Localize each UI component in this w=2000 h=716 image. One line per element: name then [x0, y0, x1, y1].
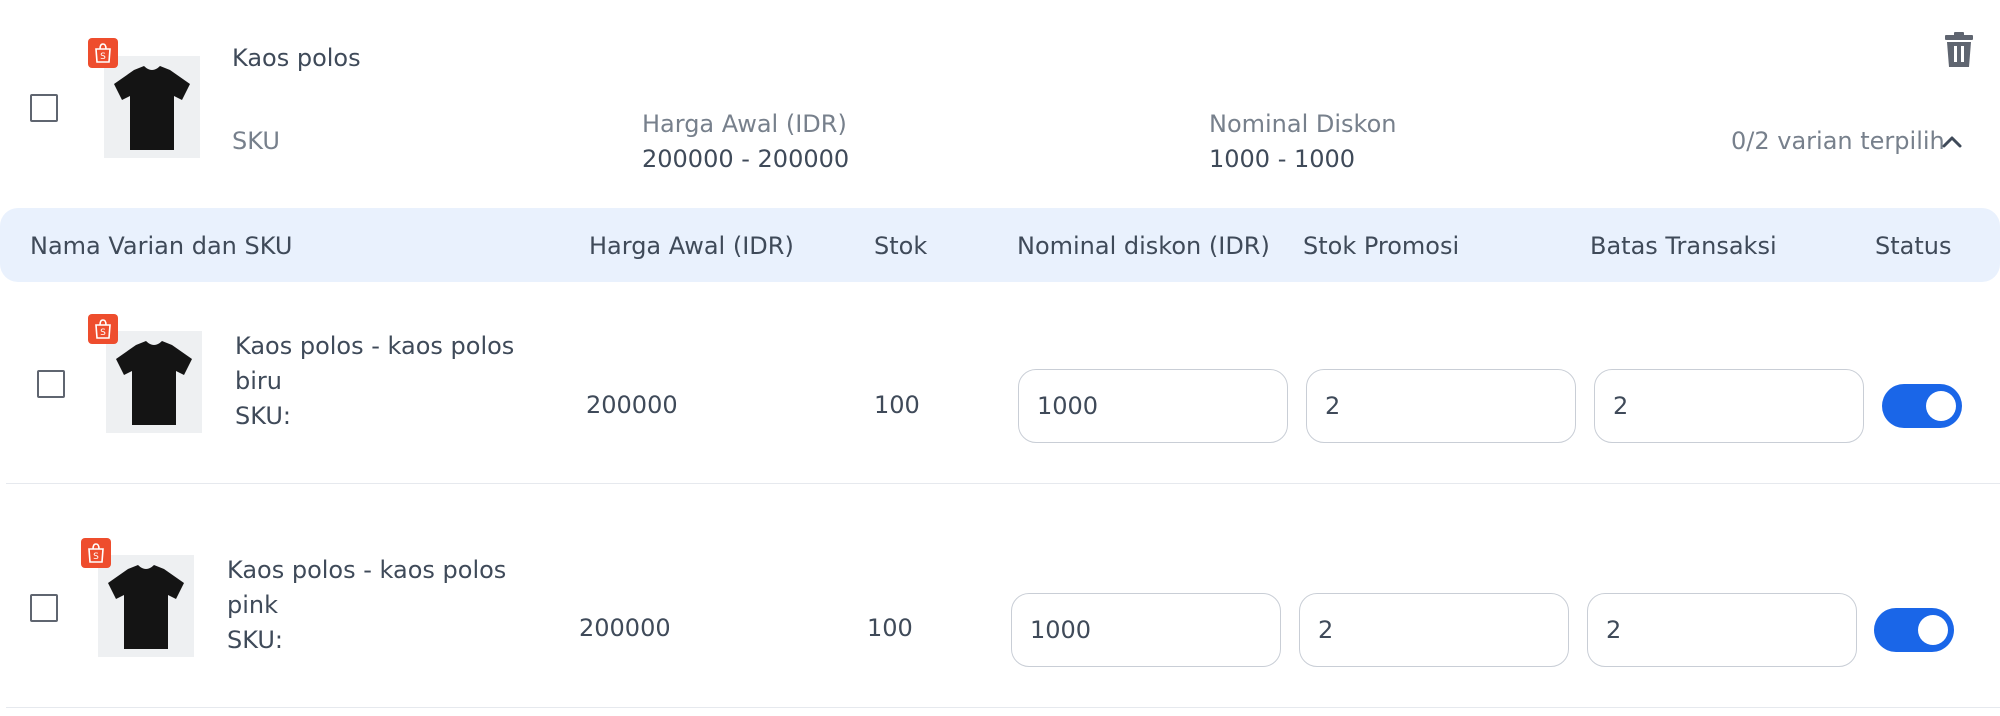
- price-range-label: Harga Awal (IDR): [642, 110, 847, 138]
- header-discount: Nominal diskon (IDR): [1017, 232, 1270, 260]
- tshirt-image: [106, 331, 202, 433]
- product-name: Kaos polos: [232, 44, 361, 72]
- variant-price: 200000: [586, 391, 678, 419]
- variant-name: Kaos polos - kaos polos: [235, 332, 515, 360]
- variant-price: 200000: [579, 614, 671, 642]
- variant-checkbox[interactable]: [30, 594, 58, 622]
- shopee-bag-icon: S: [88, 314, 118, 344]
- transaction-limit-input[interactable]: [1587, 593, 1857, 667]
- header-price: Harga Awal (IDR): [589, 232, 794, 260]
- variant-stock: 100: [867, 614, 913, 642]
- variant-sku: SKU:: [227, 626, 283, 654]
- variant-stock: 100: [874, 391, 920, 419]
- variant-name-cont: biru: [235, 367, 282, 395]
- toggle-knob: [1918, 615, 1948, 645]
- variant-name: Kaos polos - kaos polos: [227, 556, 507, 584]
- shopee-bag-icon: S: [88, 38, 118, 68]
- tshirt-image: [98, 555, 194, 657]
- header-promo-stock: Stok Promosi: [1303, 232, 1460, 260]
- transaction-limit-input[interactable]: [1594, 369, 1864, 443]
- product-image: [104, 56, 200, 158]
- toggle-knob: [1926, 391, 1956, 421]
- header-stock: Stok: [874, 232, 928, 260]
- price-range-value: 200000 - 200000: [642, 145, 850, 173]
- shopee-bag-icon: S: [81, 538, 111, 568]
- discount-range-label: Nominal Diskon: [1209, 110, 1397, 138]
- discount-range-value: 1000 - 1000: [1209, 145, 1356, 173]
- variant-checkbox[interactable]: [37, 370, 65, 398]
- chevron-up-icon[interactable]: [1941, 131, 1963, 153]
- row-divider: [6, 483, 2000, 484]
- variant-sku: SKU:: [235, 402, 291, 430]
- row-divider: [6, 707, 2000, 708]
- svg-text:S: S: [100, 328, 106, 338]
- trash-icon[interactable]: [1944, 32, 1974, 68]
- variant-table-header: Nama Varian dan SKU Harga Awal (IDR) Sto…: [0, 208, 2000, 282]
- variant-name-cont: pink: [227, 591, 279, 619]
- variant-image: [106, 331, 202, 433]
- svg-text:S: S: [100, 52, 106, 62]
- product-sku-label: SKU: [232, 127, 280, 155]
- tshirt-image: [104, 56, 200, 158]
- promo-stock-input[interactable]: [1306, 369, 1576, 443]
- header-status: Status: [1875, 232, 1952, 260]
- variant-selection-toggle[interactable]: 0/2 varian terpilih: [1731, 124, 1945, 159]
- discount-input[interactable]: [1011, 593, 1281, 667]
- product-checkbox[interactable]: [30, 94, 58, 122]
- status-toggle[interactable]: [1882, 384, 1962, 428]
- discount-input[interactable]: [1018, 369, 1288, 443]
- header-name-sku: Nama Varian dan SKU: [30, 232, 293, 260]
- variant-image: [98, 555, 194, 657]
- status-toggle[interactable]: [1874, 608, 1954, 652]
- promo-stock-input[interactable]: [1299, 593, 1569, 667]
- svg-text:S: S: [93, 552, 99, 562]
- header-transaction-limit: Batas Transaksi: [1590, 232, 1777, 260]
